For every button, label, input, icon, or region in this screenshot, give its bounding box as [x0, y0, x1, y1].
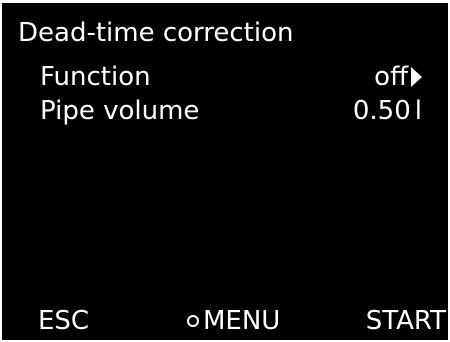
esc-softkey[interactable]: ESC [38, 303, 89, 339]
circle-icon [187, 315, 199, 327]
menu-softkey-label: MENU [203, 306, 281, 336]
pipe-volume-value: 0.50 [352, 96, 411, 126]
start-softkey[interactable]: START [366, 303, 446, 339]
pipe-volume-label: Pipe volume [40, 96, 200, 126]
arrow-right-icon [411, 67, 422, 87]
menu-softkey[interactable]: MENU [187, 303, 280, 339]
pipe-volume-unit: l [414, 96, 422, 126]
menu-item-function[interactable]: Function off [40, 60, 422, 94]
screen-title: Dead-time correction [18, 18, 294, 48]
function-label: Function [40, 62, 151, 92]
pipe-volume-value-group: 0.50 l [353, 94, 422, 128]
menu-item-pipe-volume[interactable]: Pipe volume 0.50 l [40, 94, 422, 128]
function-value: off [374, 62, 408, 92]
function-value-group: off [374, 60, 422, 94]
softkey-bar: ESC MENU START [2, 303, 448, 339]
device-screen: Dead-time correction Function off Pipe v… [2, 3, 448, 340]
